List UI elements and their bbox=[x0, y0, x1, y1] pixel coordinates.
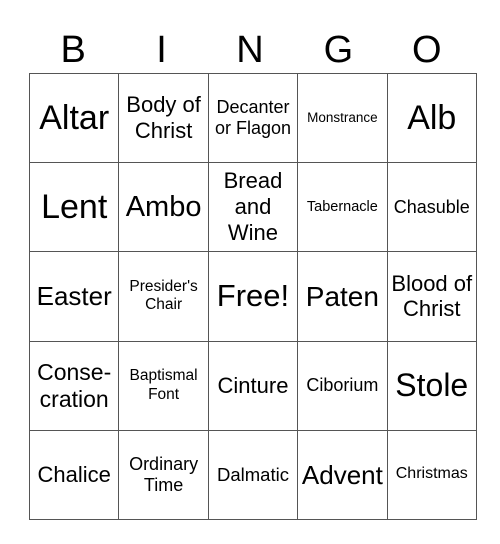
header-letter-o: O bbox=[412, 29, 442, 71]
bingo-card: Altar Body of Christ Decanter or Flagon … bbox=[28, 72, 477, 520]
bingo-cell[interactable]: Ambo bbox=[118, 162, 209, 253]
bingo-cell[interactable]: Body of Christ bbox=[118, 72, 209, 164]
bingo-cell[interactable]: Stole bbox=[386, 340, 477, 431]
bingo-cell[interactable]: Tabernacle bbox=[297, 162, 388, 253]
bingo-cell[interactable]: Advent bbox=[297, 429, 388, 520]
bingo-cell[interactable]: Dalmatic bbox=[207, 429, 299, 520]
bingo-cell[interactable]: Alb bbox=[386, 72, 477, 164]
bingo-cell[interactable]: Christmas bbox=[386, 429, 477, 520]
bingo-cell[interactable]: Conse-cration bbox=[28, 340, 120, 431]
bingo-row: Altar Body of Christ Decanter or Flagon … bbox=[28, 72, 477, 164]
bingo-header: B I N G O bbox=[29, 27, 471, 73]
bingo-cell[interactable]: Cinture bbox=[207, 340, 299, 431]
bingo-cell[interactable]: Monstrance bbox=[297, 72, 388, 164]
bingo-cell[interactable]: Bread and Wine bbox=[207, 162, 299, 253]
bingo-row: Chalice Ordinary Time Dalmatic Advent Ch… bbox=[28, 429, 477, 520]
bingo-row: Conse-cration Baptismal Font Cinture Cib… bbox=[28, 340, 477, 431]
header-letter-i: I bbox=[156, 29, 167, 71]
header-letter-b: B bbox=[60, 29, 86, 71]
bingo-cell[interactable]: Presider's Chair bbox=[118, 251, 209, 342]
bingo-cell[interactable]: Easter bbox=[28, 251, 120, 342]
bingo-cell[interactable]: Lent bbox=[28, 162, 120, 253]
bingo-cell[interactable]: Baptismal Font bbox=[118, 340, 209, 431]
bingo-cell[interactable]: Altar bbox=[28, 72, 120, 164]
bingo-cell[interactable]: Decanter or Flagon bbox=[207, 72, 299, 164]
bingo-row: Lent Ambo Bread and Wine Tabernacle Chas… bbox=[28, 162, 477, 253]
header-letter-g: G bbox=[323, 29, 354, 71]
bingo-cell[interactable]: Chasuble bbox=[386, 162, 477, 253]
bingo-row: Easter Presider's Chair Free! Paten Bloo… bbox=[28, 251, 477, 342]
header-letter-n: N bbox=[236, 29, 264, 71]
bingo-cell[interactable]: Ciborium bbox=[297, 340, 388, 431]
bingo-cell[interactable]: Blood of Christ bbox=[386, 251, 477, 342]
bingo-cell[interactable]: Chalice bbox=[28, 429, 120, 520]
bingo-cell[interactable]: Ordinary Time bbox=[118, 429, 209, 520]
bingo-cell[interactable]: Paten bbox=[297, 251, 388, 342]
free-space[interactable]: Free! bbox=[207, 251, 299, 342]
